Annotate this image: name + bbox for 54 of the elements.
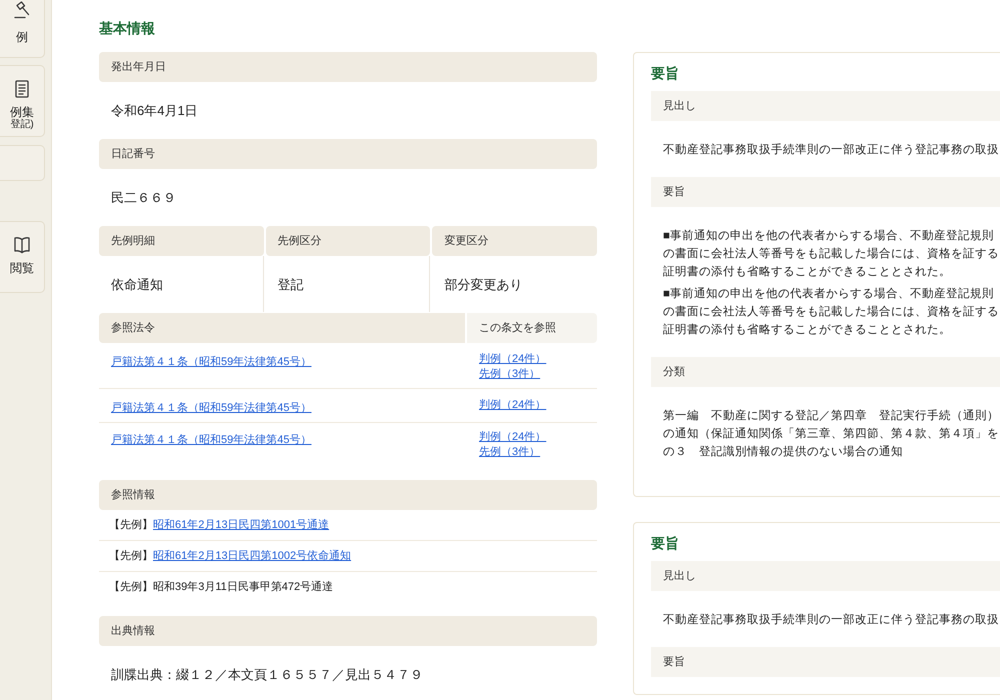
field-label: 参照情報 xyxy=(99,480,597,510)
sidebar-link[interactable]: 例集 登記) xyxy=(0,65,45,137)
book-icon xyxy=(14,236,30,254)
sidebar-link[interactable]: 例 xyxy=(0,0,45,58)
card-title: 要旨 xyxy=(651,534,680,553)
text-line: の通知（保証通知関係「第三章、第四節、第４款、第４項」を xyxy=(663,426,999,442)
text-line: の書面に会社法人等番号をも記載した場合には、資格を証する xyxy=(663,246,999,262)
text-line: ■事前通知の申出を他の代表者からする場合、不動産登記規則 xyxy=(663,286,994,302)
field-label: 先例明細 xyxy=(99,226,264,256)
sidebar-link[interactable]: 閲覧 xyxy=(0,221,45,293)
gavel-icon xyxy=(14,1,30,19)
text-line: の書面に会社法人等番号をも記載した場合には、資格を証する xyxy=(663,304,999,320)
column-header: この条文を参照 xyxy=(467,313,597,343)
card-title: 要旨 xyxy=(651,64,680,83)
reference-text: 昭和39年3月11日民事甲第472号通達 xyxy=(153,581,334,593)
section-label: 要旨 xyxy=(651,177,1000,207)
text-line: の３ 登記識別情報の提供のない場合の通知 xyxy=(663,444,903,460)
field-value: 部分変更あり xyxy=(444,276,522,292)
section-label: 見出し xyxy=(651,561,1000,591)
text-line: 不動産登記事務取扱手続準則の一部改正に伴う登記事務の取扱 xyxy=(663,142,999,158)
section-label: 見出し xyxy=(651,91,1000,121)
section-label: 分類 xyxy=(651,357,1000,387)
document-icon xyxy=(14,80,30,98)
field-value: 登記 xyxy=(278,276,304,292)
reference-prefix: 【先例】 xyxy=(109,550,153,562)
text-line: 証明書の添付も省略することができることとされた。 xyxy=(663,264,951,280)
field-value: 依命通知 xyxy=(111,276,163,292)
reference-prefix: 【先例】 xyxy=(109,519,153,531)
reference-link[interactable]: 昭和61年2月13日民四第1001号通達 xyxy=(153,519,330,531)
section-title: 基本情報 xyxy=(99,19,156,38)
text-line: 不動産登記事務取扱手続準則の一部改正に伴う登記事務の取扱 xyxy=(663,612,999,628)
law-link[interactable]: 戸籍法第４１条（昭和59年法律第45号） xyxy=(111,402,312,414)
reference-prefix: 【先例】 xyxy=(109,581,153,593)
reference-link[interactable]: 昭和61年2月13日民四第1002号依命通知 xyxy=(153,550,352,562)
case-count-link[interactable]: 先例（3件） xyxy=(479,445,540,460)
case-count-link[interactable]: 判例（24件） xyxy=(479,352,546,367)
text-line: 証明書の添付も省略することができることとされた。 xyxy=(663,322,951,338)
field-label: 日記番号 xyxy=(99,139,597,169)
case-count-link[interactable]: 判例（24件） xyxy=(479,430,546,445)
field-label: 変更区分 xyxy=(432,226,597,256)
case-count-link[interactable]: 判例（24件） xyxy=(479,398,546,413)
law-link[interactable]: 戸籍法第４１条（昭和59年法律第45号） xyxy=(111,434,312,446)
field-value: 民二６６９ xyxy=(111,189,176,206)
column-header: 参照法令 xyxy=(99,313,465,343)
case-count-link[interactable]: 先例（3件） xyxy=(479,367,540,382)
text-line: 第一編 不動産に関する登記／第四章 登記実行手続（通則） xyxy=(663,408,999,424)
section-label: 要旨 xyxy=(651,647,1000,677)
field-label: 発出年月日 xyxy=(99,52,597,82)
law-link[interactable]: 戸籍法第４１条（昭和59年法律第45号） xyxy=(111,356,312,368)
field-label: 出典情報 xyxy=(99,616,597,646)
text-line: ■事前通知の申出を他の代表者からする場合、不動産登記規則 xyxy=(663,228,994,244)
field-label: 先例区分 xyxy=(266,226,430,256)
field-value: 訓牒出典：綴１２／本文頁１６５５７／見出５４７９ xyxy=(111,666,423,683)
field-value: 令和6年4月1日 xyxy=(111,102,198,119)
